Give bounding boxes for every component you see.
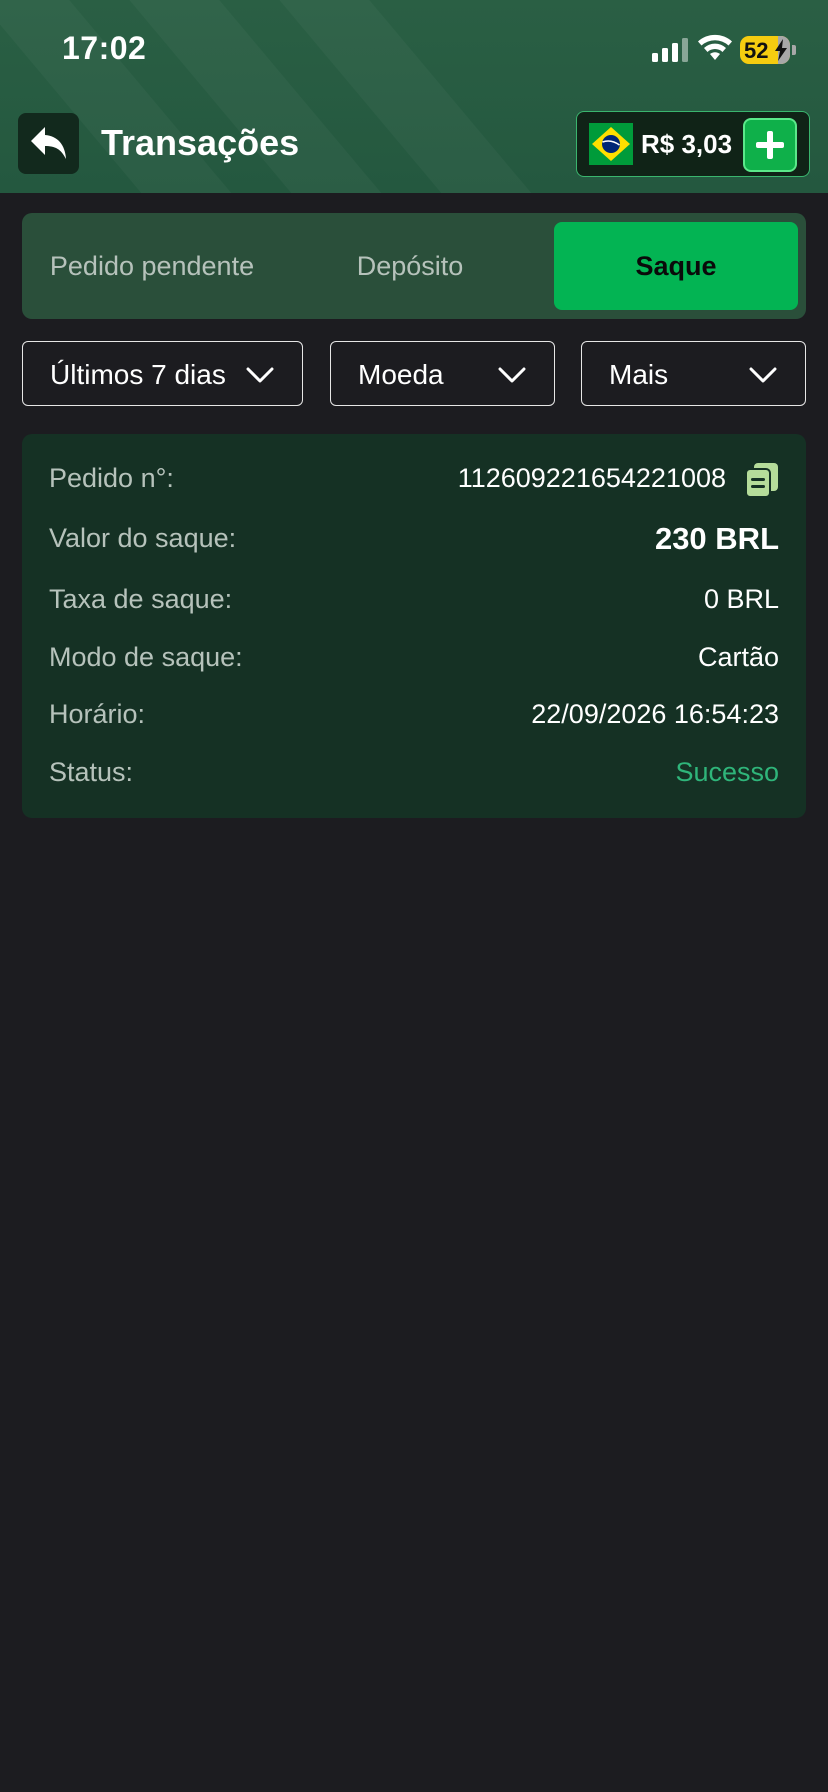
order-number-label: Pedido n°: <box>49 463 174 493</box>
balance-amount: R$ 3,03 <box>641 129 733 159</box>
period-filter-label: Últimos 7 dias <box>50 359 226 390</box>
signal-icon <box>652 38 688 62</box>
withdrawal-amount-value: 230 BRL <box>654 521 779 556</box>
balance-widget[interactable]: R$ 3,03 <box>576 111 810 177</box>
status-value: Sucesso <box>675 757 779 787</box>
charging-bolt-icon <box>775 39 787 61</box>
currency-filter-label: Moeda <box>358 359 444 390</box>
more-filter-dropdown[interactable]: Mais <box>581 341 806 406</box>
add-funds-button[interactable] <box>743 118 797 172</box>
chevron-down-icon <box>749 367 777 383</box>
back-button[interactable] <box>18 113 79 174</box>
app-header: 17:02 52 Transações R$ 3,03 <box>0 0 828 193</box>
battery-tip <box>792 45 796 55</box>
chevron-down-icon <box>246 367 274 383</box>
status-label: Status: <box>49 757 134 787</box>
reply-arrow-icon <box>30 126 66 159</box>
withdrawal-fee-label: Taxa de saque: <box>49 584 233 614</box>
status-time: 17:02 <box>62 30 147 66</box>
status-bar: 17:02 52 <box>0 0 828 100</box>
time-value: 22/09/2026 16:54:23 <box>531 699 779 729</box>
order-number-value: 112609221654221008 <box>457 463 726 493</box>
transaction-type-tabs: Pedido pendente Depósito Saque <box>22 213 806 319</box>
withdrawal-amount-label: Valor do saque: <box>49 523 237 553</box>
more-filter-label: Mais <box>609 359 669 390</box>
currency-filter-dropdown[interactable]: Moeda <box>330 341 555 406</box>
wifi-icon <box>698 34 732 60</box>
withdrawal-mode-value: Cartão <box>697 642 779 672</box>
withdrawal-mode-label: Modo de saque: <box>49 642 243 672</box>
plus-icon <box>756 131 784 159</box>
battery-level: 52 <box>744 38 769 63</box>
tab-pending-order[interactable]: Pedido pendente <box>30 222 274 310</box>
page-title: Transações <box>101 122 300 163</box>
tab-withdrawal[interactable]: Saque <box>554 222 798 310</box>
brazil-flag-icon <box>589 123 633 165</box>
chevron-down-icon <box>498 367 526 383</box>
copy-icon[interactable] <box>745 462 779 498</box>
battery-icon: 52 <box>740 36 790 64</box>
withdrawal-fee-value: 0 BRL <box>703 584 779 614</box>
tab-deposit[interactable]: Depósito <box>288 222 532 310</box>
period-filter-dropdown[interactable]: Últimos 7 dias <box>22 341 303 406</box>
time-label: Horário: <box>49 699 146 729</box>
transaction-card: Pedido n°: 112609221654221008 Valor do s… <box>22 434 806 818</box>
